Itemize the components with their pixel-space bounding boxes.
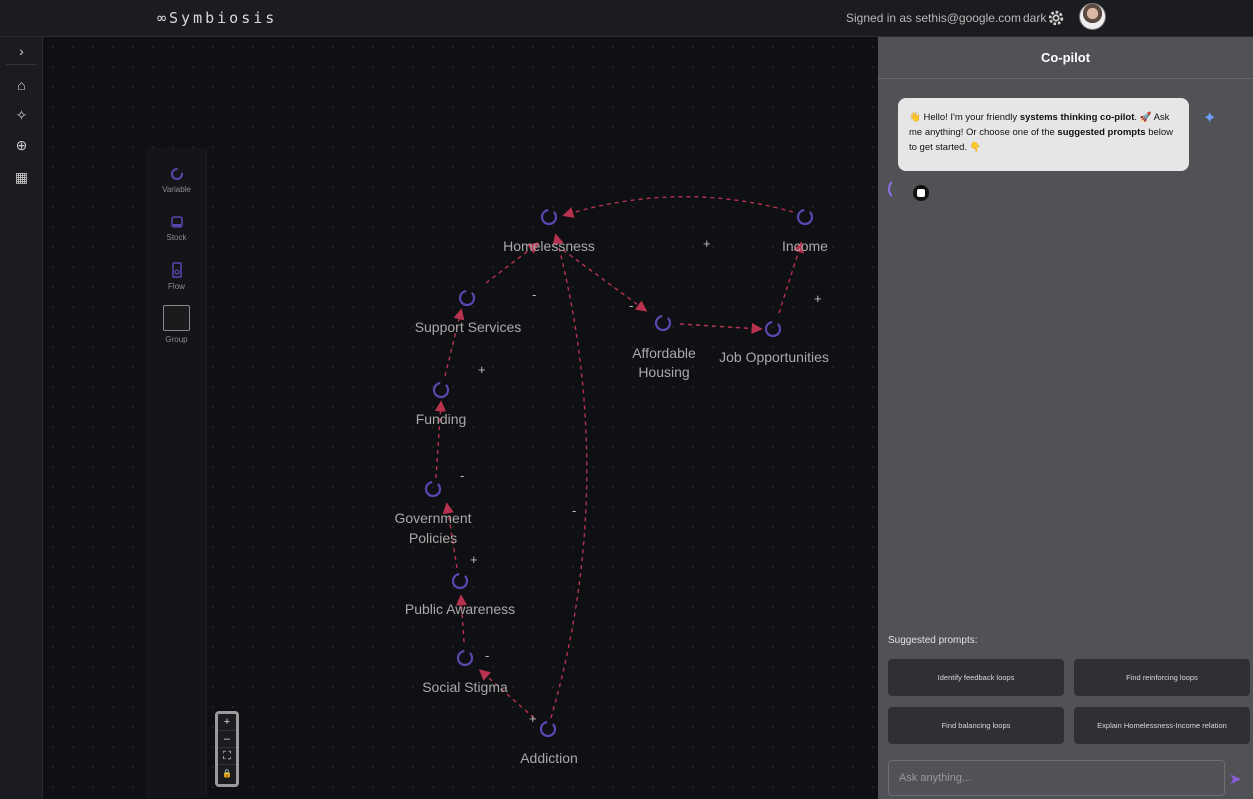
send-icon[interactable]: ➤ — [1229, 770, 1242, 788]
edge-addiction-homelessness[interactable] — [550, 233, 588, 719]
copilot-title: Co-pilot — [878, 37, 1253, 79]
causal-loop-diagram: Homelessness Income Support Services Aff… — [394, 196, 829, 766]
avatar[interactable] — [1079, 3, 1106, 30]
node-support-services-icon[interactable] — [458, 289, 476, 307]
polarity-awareness-gov: + — [470, 552, 478, 567]
loading-spinner-icon — [888, 178, 910, 200]
node-job-opportunities-label[interactable]: Job Opportunities — [719, 349, 829, 365]
node-addiction-label[interactable]: Addiction — [520, 750, 578, 766]
greeting-bold-2: suggested prompts — [1057, 127, 1146, 138]
polarity-funding-support: + — [478, 362, 486, 377]
node-income-label[interactable]: Income — [782, 238, 828, 254]
polarity-addiction-stigma: + — [529, 711, 537, 726]
suggested-prompts-title: Suggested prompts: — [888, 635, 978, 646]
greeting-text-1: Hello! I'm your friendly — [923, 112, 1020, 123]
node-social-stigma-icon[interactable] — [456, 649, 474, 667]
sparkle-icon: ✦ — [1203, 110, 1217, 127]
node-funding-label[interactable]: Funding — [416, 411, 467, 427]
node-government-policies-icon[interactable] — [424, 480, 442, 498]
node-job-opportunities-icon[interactable] — [764, 320, 782, 338]
node-homelessness-label[interactable]: Homelessness — [503, 238, 595, 254]
polarity-addiction-homelessness: - — [572, 503, 576, 518]
theme-label: dark — [1023, 11, 1047, 25]
copilot-panel: Co-pilot 👋 Hello! I'm your friendly syst… — [878, 37, 1253, 799]
node-affordable-housing-icon[interactable] — [654, 314, 672, 332]
node-government-policies-label-2[interactable]: Policies — [409, 530, 457, 546]
node-support-services-label[interactable]: Support Services — [415, 319, 522, 335]
prompt-explain-relation[interactable]: Explain Homelessness-Income relation — [1074, 707, 1250, 744]
node-addiction-icon[interactable] — [539, 720, 557, 738]
node-homelessness-icon[interactable] — [540, 208, 558, 226]
node-public-awareness-icon[interactable] — [451, 572, 469, 590]
node-funding-icon[interactable] — [432, 381, 450, 399]
polarity-support-homelessness: - — [532, 287, 536, 302]
polarity-homelessness-affordable: - — [629, 298, 633, 313]
ask-input[interactable]: Ask anything... — [888, 760, 1225, 796]
node-social-stigma-label[interactable]: Social Stigma — [422, 679, 508, 695]
prompt-identify-feedback-loops[interactable]: Identify feedback loops — [888, 659, 1064, 696]
polarity-stigma-awareness: - — [485, 648, 489, 663]
prompt-find-balancing-loops[interactable]: Find balancing loops — [888, 707, 1064, 744]
node-public-awareness-label[interactable]: Public Awareness — [405, 601, 515, 617]
edge-affordable-jobs[interactable] — [679, 322, 763, 335]
gear-icon[interactable] — [1047, 9, 1065, 27]
stop-button[interactable] — [913, 185, 929, 201]
polarity-gov-funding: - — [460, 468, 464, 483]
node-affordable-housing-label-1[interactable]: Affordable — [632, 345, 696, 361]
polarity-jobs-income: + — [814, 291, 822, 306]
node-government-policies-label-1[interactable]: Government — [394, 510, 471, 526]
wave-icon: 👋 — [909, 112, 921, 123]
edge-jobs-income[interactable] — [778, 241, 804, 314]
edge-income-homelessness[interactable] — [562, 196, 794, 218]
greeting-bold-1: systems thinking co-pilot — [1019, 112, 1135, 123]
node-income-icon[interactable] — [796, 208, 814, 226]
polarity-income-homelessness: + — [703, 236, 711, 251]
copilot-greeting: 👋 Hello! I'm your friendly systems think… — [898, 98, 1189, 171]
prompt-find-reinforcing-loops[interactable]: Find reinforcing loops — [1074, 659, 1250, 696]
node-affordable-housing-label-2[interactable]: Housing — [638, 364, 689, 380]
